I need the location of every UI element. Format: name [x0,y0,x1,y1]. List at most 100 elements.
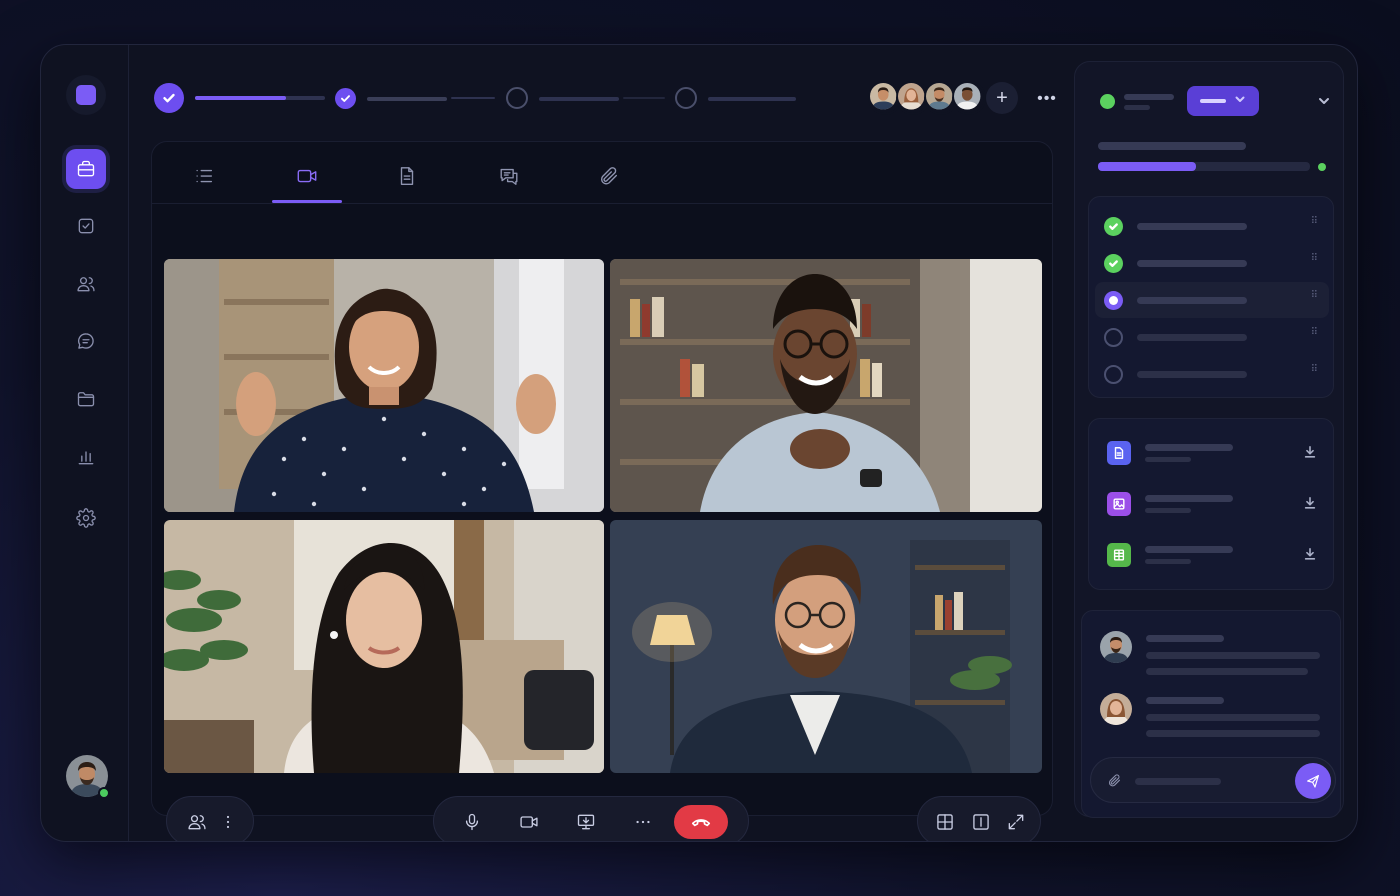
download-icon[interactable] [1303,547,1317,561]
step-4-pending[interactable] [675,87,697,109]
sidebar-item-tasks[interactable] [66,206,106,246]
paperclip-icon[interactable] [1107,773,1122,788]
video-tile-3[interactable] [164,520,604,773]
tab-attachments[interactable] [574,152,644,200]
participant-video-woman-polka-dot [164,259,604,512]
app-window: + ••• ⠿ ⠿ ⠿ ⠿ ⠿ [40,44,1358,842]
share-screen-button[interactable] [569,805,603,839]
more-icon [636,820,650,824]
message-text-placeholder [1146,652,1320,659]
file-icon [1114,447,1124,459]
app-logo[interactable] [66,75,106,115]
more-options-button[interactable]: ••• [1031,83,1063,115]
check-icon [341,95,350,102]
end-call-button[interactable] [674,805,728,839]
bar-chart-icon [78,451,94,465]
sidebar-item-projects[interactable] [66,149,106,189]
logo-mark [76,85,96,105]
participants-icon [188,815,206,830]
ellipsis-icon: ••• [1037,90,1057,107]
video-tile-2[interactable] [610,259,1042,512]
sidebar-item-files[interactable] [66,379,106,419]
sidebar-item-messages[interactable] [66,321,106,361]
gear-icon [76,508,96,528]
sidebar-item-team[interactable] [66,264,106,304]
participant-avatar[interactable] [952,81,986,115]
participants-button[interactable] [180,805,214,839]
sidebar-item-settings[interactable] [66,498,106,538]
task-item[interactable]: ⠿ [1095,356,1329,392]
add-participant-button[interactable]: + [986,82,1018,114]
current-user-avatar[interactable] [66,755,110,799]
file-item[interactable] [1089,478,1335,528]
tab-chat[interactable] [474,152,544,200]
camera-icon [520,816,538,828]
chat-icon [78,333,94,349]
split-layout-button[interactable] [964,805,998,839]
task-label-placeholder [1137,371,1247,378]
online-status-dot [98,787,110,799]
file-name-placeholder [1145,495,1233,502]
video-tile-4[interactable] [610,520,1042,773]
avatar-portrait [954,83,981,110]
checkbox-icon [78,218,94,234]
message-input-placeholder [1135,778,1221,785]
file-name-placeholder [1145,546,1233,553]
task-label-placeholder [1137,260,1247,267]
step-2-progress [367,97,447,101]
layout-controls [917,796,1041,841]
task-label-placeholder [1137,334,1247,341]
task-checkbox-done[interactable] [1104,254,1123,273]
drag-handle-icon[interactable]: ⠿ [1311,328,1319,338]
drag-handle-icon[interactable]: ⠿ [1311,365,1319,375]
tab-agenda[interactable] [169,152,239,200]
task-checkbox-current[interactable] [1104,291,1123,310]
tab-video[interactable] [272,152,342,200]
step-2-complete[interactable] [335,88,356,109]
file-item[interactable] [1089,427,1335,477]
file-item[interactable] [1089,529,1335,579]
task-checkbox-todo[interactable] [1104,328,1123,347]
fullscreen-button[interactable] [999,805,1033,839]
chat-card [1081,610,1341,818]
chat-bubbles-icon [500,168,518,185]
video-tile-1[interactable] [164,259,604,512]
grid-layout-button[interactable] [928,805,962,839]
plus-icon: + [996,86,1008,109]
message-input[interactable] [1090,757,1336,803]
status-dropdown-button[interactable] [1187,86,1259,116]
send-button[interactable] [1295,763,1331,799]
end-call-icon [691,819,711,827]
task-checkbox-todo[interactable] [1104,365,1123,384]
details-panel: ⠿ ⠿ ⠿ ⠿ ⠿ [1074,61,1344,818]
task-item[interactable]: ⠿ [1095,319,1329,355]
more-controls-button[interactable] [626,805,660,839]
drag-handle-icon[interactable]: ⠿ [1311,254,1319,264]
mute-button[interactable] [455,805,489,839]
task-label-placeholder [1137,223,1247,230]
meeting-panel [151,141,1053,841]
task-item[interactable]: ⠿ [1095,208,1329,244]
task-item-current[interactable]: ⠿ [1095,282,1329,318]
download-icon[interactable] [1303,496,1317,510]
drag-handle-icon[interactable]: ⠿ [1311,291,1319,301]
collapse-panel-button[interactable] [1317,94,1331,113]
download-icon[interactable] [1303,445,1317,459]
split-layout-icon [973,814,989,830]
step-3-pending[interactable] [506,87,528,109]
tab-bar [152,142,1052,204]
camera-button[interactable] [512,805,546,839]
message-author-placeholder [1146,635,1224,642]
task-item[interactable]: ⠿ [1095,245,1329,281]
participants-menu-button[interactable] [211,805,245,839]
file-type-document [1107,441,1131,465]
sidebar-item-analytics[interactable] [66,437,106,477]
overall-progress-fill [1098,162,1196,171]
step-1-complete[interactable] [154,83,184,113]
avatar-portrait [1100,693,1132,725]
task-checkbox-done[interactable] [1104,217,1123,236]
tab-notes[interactable] [372,152,442,200]
drag-handle-icon[interactable]: ⠿ [1311,217,1319,227]
kebab-icon [226,815,230,829]
image-icon [1113,498,1125,510]
